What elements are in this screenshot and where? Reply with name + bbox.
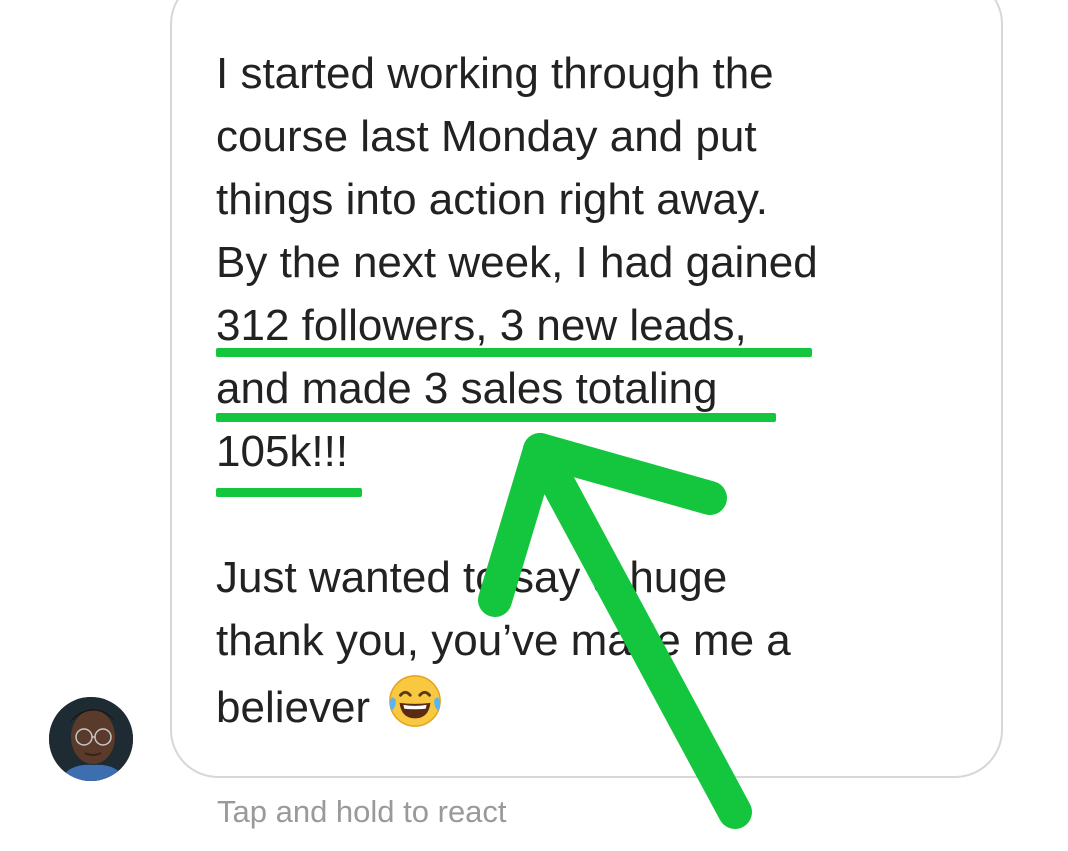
message-line: things into action right away. <box>216 175 768 224</box>
highlight-underline <box>216 348 812 357</box>
laughing-tears-emoji-icon <box>389 675 442 727</box>
profile-photo-icon <box>49 697 133 781</box>
message-line-text: believer <box>216 683 371 732</box>
message-line-last: believer <box>216 672 946 739</box>
message-line: thank you, you’ve made me a <box>216 616 791 665</box>
message-text: I started working through the course las… <box>216 42 946 739</box>
highlight-underline <box>216 488 362 497</box>
message-line: By the next week, I had gained <box>216 238 818 287</box>
dm-screen: I started working through the course las… <box>0 0 1068 851</box>
message-line: 105k!!! <box>216 427 349 476</box>
message-line: course last Monday and put <box>216 112 757 161</box>
highlight-underline <box>216 413 776 422</box>
message-line: I started working through the <box>216 49 774 98</box>
avatar[interactable] <box>49 697 133 781</box>
tap-hold-hint: Tap and hold to react <box>217 794 507 829</box>
message-line: Just wanted to say a huge <box>216 553 728 602</box>
message-line: and made 3 sales totaling <box>216 364 718 413</box>
